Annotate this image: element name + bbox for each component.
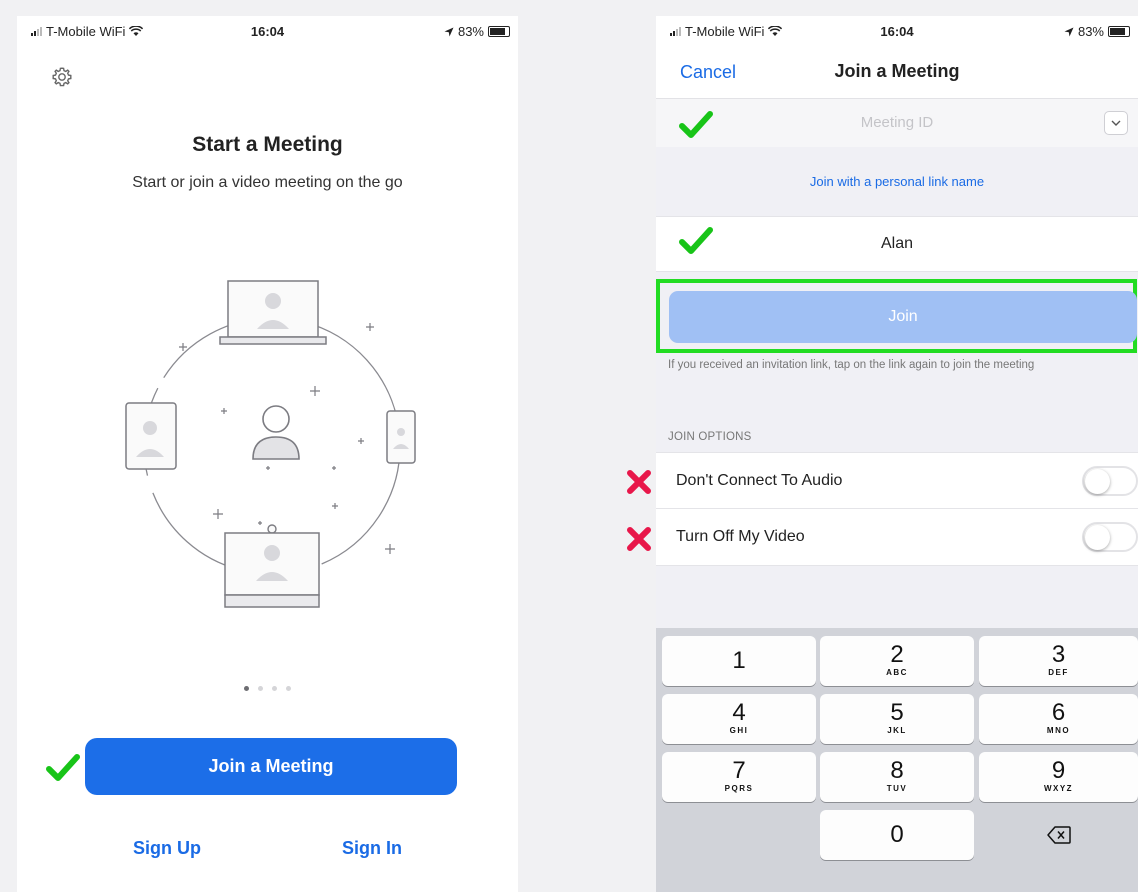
page-indicator[interactable] [17,686,518,691]
battery-icon [488,26,510,37]
personal-link-name-link[interactable]: Join with a personal link name [656,174,1138,189]
battery-percent: 83% [457,24,484,39]
chevron-down-icon [1111,120,1121,126]
key-6[interactable]: 6 MNO [979,694,1138,744]
toggle-knob [1085,525,1110,550]
page-dot[interactable] [258,686,263,691]
checkmark-icon [46,754,80,781]
option-row-audio: Don't Connect To Audio [656,452,1138,509]
key-letters: ABC [886,668,908,677]
backspace-key[interactable] [979,810,1138,860]
display-name-row: Alan [656,216,1138,272]
page-title: Join a Meeting [834,61,960,81]
tablet-icon [125,402,177,470]
key-digit: 3 [1051,641,1066,668]
location-icon [444,27,454,36]
key-8[interactable]: 8 TUV [820,752,974,802]
checkmark-icon [679,227,713,254]
status-bar: T-Mobile WiFi 16:04 83% [17,16,518,46]
key-digit: 0 [890,821,904,848]
join-meeting-screen: T-Mobile WiFi 16:04 83% Cancel Join a Me… [656,16,1138,892]
option-label-audio: Don't Connect To Audio [676,472,843,489]
checkmark-icon [679,111,713,138]
meeting-id-input[interactable]: Meeting ID [656,114,1138,131]
key-digit: 8 [890,757,904,784]
battery-percent: 83% [1077,24,1104,39]
settings-gear-icon[interactable] [51,66,73,88]
page-title: Start a Meeting [192,133,343,156]
key-letters: MNO [1046,726,1071,735]
key-letters: JKL [887,726,907,735]
join-a-meeting-button[interactable]: Join a Meeting [85,738,457,795]
mobile-phone-icon [386,410,416,464]
key-letters: PQRS [724,784,754,793]
page-dot-active[interactable] [244,686,249,691]
video-toggle[interactable] [1082,522,1138,552]
invitation-note: If you received an invitation link, tap … [668,359,1035,371]
video-monitor-icon [224,524,320,608]
option-label-video: Turn Off My Video [676,528,805,545]
key-digit: 2 [890,641,904,668]
audio-toggle[interactable] [1082,466,1138,496]
key-digit: 5 [890,699,904,726]
backspace-icon [1046,826,1071,844]
key-digit: 7 [732,757,746,784]
sign-in-link[interactable]: Sign In [342,838,402,859]
option-row-video: Turn Off My Video [656,508,1138,566]
start-meeting-screen: T-Mobile WiFi 16:04 83% Start a Meeting … [17,16,518,892]
battery-indicator: 83% [444,24,510,39]
display-name-input[interactable]: Alan [656,235,1138,253]
sign-up-link[interactable]: Sign Up [133,838,201,859]
key-blank [662,810,816,860]
status-bar: T-Mobile WiFi 16:04 83% [656,16,1138,46]
navigation-bar: Cancel Join a Meeting [656,46,1138,98]
key-0[interactable]: 0 [820,810,974,860]
key-digit: 9 [1051,757,1066,784]
key-7[interactable]: 7 PQRS [662,752,816,802]
key-1[interactable]: 1 [662,636,816,686]
page-dot[interactable] [286,686,291,691]
battery-indicator: 83% [1064,24,1130,39]
cross-icon [627,527,651,551]
clock: 16:04 [250,24,285,39]
key-2[interactable]: 2 ABC [820,636,974,686]
page-dot[interactable] [272,686,277,691]
key-5[interactable]: 5 JKL [820,694,974,744]
meeting-history-dropdown-button[interactable] [1104,111,1128,135]
person-icon [252,405,300,460]
key-digit: 6 [1051,699,1066,726]
meeting-id-row: Meeting ID [656,98,1138,147]
key-3[interactable]: 3 DEF [979,636,1138,686]
key-letters: TUV [886,784,908,793]
meeting-illustration [125,280,416,608]
toggle-knob [1085,469,1110,494]
page-subtitle: Start or join a video meeting on the go [132,174,403,191]
key-letters: GHI [729,726,749,735]
key-9[interactable]: 9 WXYZ [979,752,1138,802]
join-options-header: JOIN OPTIONS [668,431,752,443]
laptop-icon [219,280,327,345]
join-button[interactable]: Join [669,291,1137,343]
location-icon [1064,27,1074,36]
key-digit: 4 [732,699,746,726]
key-digit: 1 [732,647,746,674]
battery-icon [1108,26,1130,37]
key-4[interactable]: 4 GHI [662,694,816,744]
cross-icon [627,470,651,494]
numeric-keypad: 1 2 ABC 3 DEF 4 GHI 5 JKL 6 MNO 7 PQRS 8 TUV 9W… [656,628,1138,892]
key-letters: WXYZ [1043,784,1074,793]
key-letters: DEF [1048,668,1069,677]
